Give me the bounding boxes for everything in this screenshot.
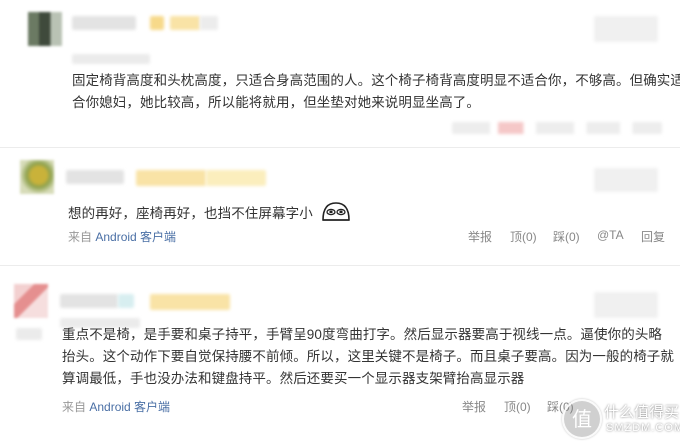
comment-text: 重点不是椅，是手要和桌子持平，手臂呈90度弯曲打字。然后显示器要高于视线一点。逼… — [62, 327, 674, 386]
report-button[interactable]: 举报 — [462, 398, 504, 415]
doge-emoji-icon — [321, 201, 351, 228]
comment-source: 来自 Android 客户端 — [62, 398, 170, 415]
comment-actions: 举报 顶(0) 踩(0) @TA 回复 — [468, 228, 671, 245]
user-level — [170, 16, 200, 30]
comment-time — [594, 168, 658, 192]
comment-text: 固定椅背高度和头枕高度，只适合身高范围的人。这个椅子椅背高度明显不适合你，不够高… — [72, 73, 680, 110]
avatar[interactable] — [14, 284, 48, 318]
mention-button[interactable]: @TA — [597, 228, 641, 245]
actions-blurred — [452, 122, 662, 134]
source-client-link[interactable]: Android 客户端 — [89, 400, 170, 414]
username[interactable] — [60, 294, 118, 308]
watermark-subtext: SMZDM.COM — [606, 422, 680, 434]
report-button[interactable]: 举报 — [468, 228, 510, 245]
source-client-link[interactable]: Android 客户端 — [95, 230, 176, 244]
user-badge — [136, 170, 206, 186]
upvote-button[interactable]: 顶(0) — [504, 398, 547, 415]
username[interactable] — [72, 16, 136, 30]
watermark-text: 什么值得买 — [604, 404, 680, 421]
user-avatar-sub — [16, 328, 42, 340]
avatar[interactable] — [20, 160, 54, 194]
comment-time — [594, 16, 658, 42]
upvote-button[interactable]: 顶(0) — [510, 228, 553, 245]
reply-button[interactable]: 回复 — [641, 228, 671, 245]
source-prefix: 来自 — [62, 400, 87, 414]
comment-2: 想的再好，座椅再好，也挡不住屏幕字小 来自 Android 客户端 举报 顶(0… — [0, 148, 680, 258]
comment-text: 想的再好，座椅再好，也挡不住屏幕字小 — [68, 201, 628, 228]
username[interactable] — [66, 170, 124, 184]
comment-1: 固定椅背高度和头枕高度，只适合身高范围的人。这个椅子椅背高度明显不适合你，不够高… — [0, 0, 680, 142]
downvote-button[interactable]: 踩(0) — [553, 228, 597, 245]
comment-time — [594, 292, 658, 318]
user-extra — [200, 16, 218, 30]
user-subline — [72, 54, 150, 64]
source-prefix: 来自 — [68, 230, 93, 244]
comment-source: 来自 Android 客户端 — [68, 228, 176, 245]
watermark-glyph: 值 — [572, 407, 592, 431]
watermark-logo-icon: 值 — [562, 399, 602, 439]
user-badge — [118, 294, 134, 308]
smzdm-watermark: 值 什么值得买 SMZDM.COM — [562, 399, 680, 439]
user-extra — [206, 170, 266, 186]
user-badge — [150, 16, 164, 30]
user-level — [150, 294, 230, 310]
avatar[interactable] — [28, 12, 62, 46]
